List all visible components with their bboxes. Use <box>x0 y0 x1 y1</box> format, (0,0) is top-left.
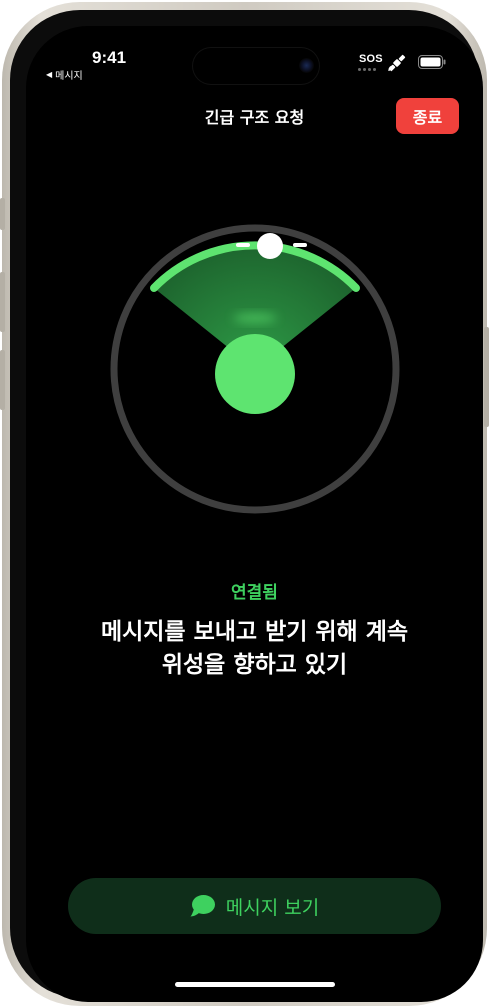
status-time: 9:41 <box>92 48 127 67</box>
satellite-radar <box>110 224 400 514</box>
phone-frame: 9:41 ◀ 메시지 SOS 긴급 구조 요청 종료 연결됨 메시지를 보내고 … <box>0 2 489 1006</box>
volume-up-button <box>0 272 5 332</box>
battery-icon <box>418 55 446 69</box>
view-messages-button[interactable]: 메시지 보기 <box>68 878 441 934</box>
sos-indicator: SOS <box>359 53 383 65</box>
phone-screen: 9:41 ◀ 메시지 SOS 긴급 구조 요청 종료 연결됨 메시지를 보내고 … <box>26 26 483 1002</box>
action-button <box>0 198 5 230</box>
power-button <box>484 327 489 427</box>
signal-dots <box>358 68 376 71</box>
satellite-icon <box>388 54 406 72</box>
phone-bezel: 9:41 ◀ 메시지 SOS 긴급 구조 요청 종료 연결됨 메시지를 보내고 … <box>10 10 483 1002</box>
target-circle-icon <box>215 334 295 414</box>
home-indicator[interactable] <box>175 982 335 987</box>
back-to-app-link[interactable]: ◀ 메시지 <box>46 67 83 82</box>
dynamic-island <box>193 48 319 84</box>
back-app-label: 메시지 <box>55 71 83 82</box>
back-arrow-icon: ◀ <box>46 70 53 79</box>
front-camera-icon <box>299 58 314 73</box>
volume-down-button <box>0 350 5 410</box>
message-bubble-icon <box>190 895 215 917</box>
instruction-line-1: 메시지를 보내고 받기 위해 계속 <box>100 619 409 645</box>
instruction-line-2: 위성을 향하고 있기 <box>161 652 348 678</box>
end-button[interactable]: 종료 <box>396 98 459 134</box>
connection-status: 연결됨 <box>231 583 278 603</box>
instruction-text: 메시지를 보내고 받기 위해 계속 위성을 향하고 있기 <box>46 616 463 682</box>
satellite-indicator-icon <box>257 233 283 259</box>
view-messages-label: 메시지 보기 <box>225 896 320 919</box>
